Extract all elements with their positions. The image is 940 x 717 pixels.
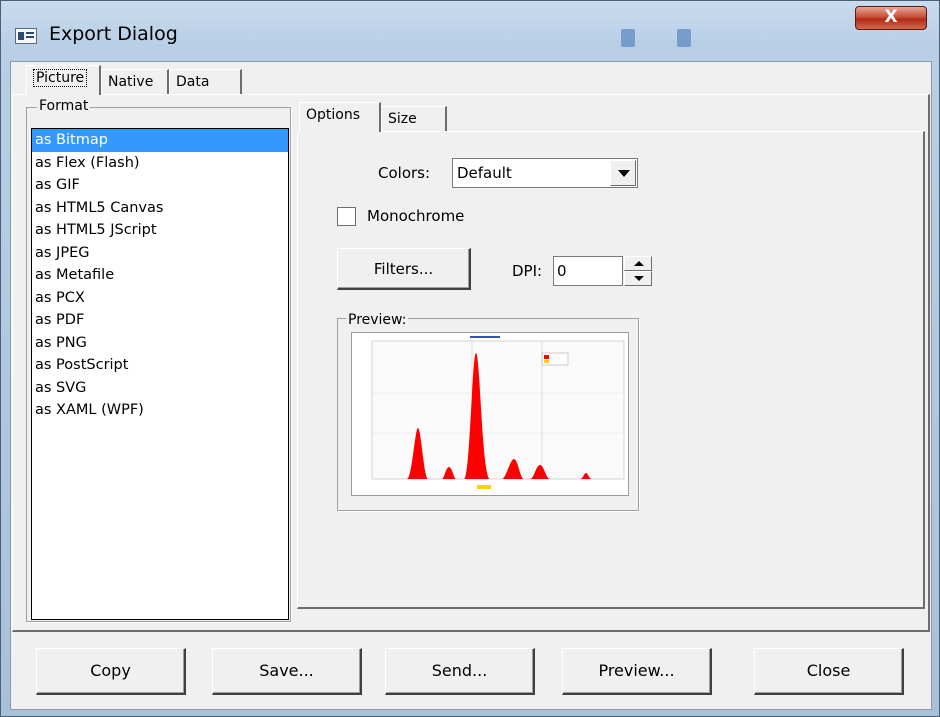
monochrome-checkbox[interactable] xyxy=(337,207,356,226)
background-decoration xyxy=(677,29,691,47)
close-button[interactable]: Close xyxy=(754,648,904,695)
monochrome-label[interactable]: Monochrome xyxy=(367,207,464,225)
preview-button[interactable]: Preview... xyxy=(562,648,712,695)
tab-options-label: Options xyxy=(306,107,361,123)
colors-label: Colors: xyxy=(378,164,431,182)
tab-options[interactable]: Options xyxy=(299,102,381,132)
list-item[interactable]: as HTML5 Canvas xyxy=(32,197,288,220)
colors-select[interactable]: Default xyxy=(452,158,638,188)
tab-data[interactable]: Data xyxy=(169,69,242,95)
copy-button[interactable]: Copy xyxy=(36,648,186,695)
preview-thumbnail xyxy=(351,332,629,496)
tab-native[interactable]: Native xyxy=(101,69,169,95)
list-item[interactable]: as PCX xyxy=(32,287,288,310)
list-item[interactable]: as HTML5 JScript xyxy=(32,219,288,242)
export-dialog-window: Export Dialog X Picture Native Data Form… xyxy=(0,0,940,717)
dpi-spinner[interactable] xyxy=(624,256,652,286)
window-title: Export Dialog xyxy=(49,23,178,45)
save-button[interactable]: Save... xyxy=(212,648,362,695)
tab-data-label: Data xyxy=(176,74,210,90)
preview-chart-image xyxy=(371,336,625,489)
list-item[interactable]: as PNG xyxy=(32,332,288,355)
dpi-label: DPI: xyxy=(512,262,543,280)
list-item[interactable]: as SVG xyxy=(32,377,288,400)
send-button-label: Send... xyxy=(431,661,488,680)
window-close-button[interactable]: X xyxy=(855,6,927,30)
list-item[interactable]: as Bitmap xyxy=(32,129,288,152)
copy-button-label: Copy xyxy=(90,661,131,680)
tab-size-label: Size xyxy=(388,111,417,127)
list-item[interactable]: as JPEG xyxy=(32,242,288,265)
close-button-label: Close xyxy=(806,661,851,680)
format-label-text: Format xyxy=(39,98,89,114)
spin-up-icon[interactable] xyxy=(624,256,652,271)
list-item[interactable]: as XAML (WPF) xyxy=(32,399,288,422)
filters-button[interactable]: Filters... xyxy=(337,248,471,290)
preview-group-label: Preview: xyxy=(346,312,409,328)
colors-value: Default xyxy=(457,164,512,182)
dpi-input[interactable]: 0 xyxy=(553,256,623,286)
tab-native-label: Native xyxy=(108,74,154,90)
tab-size[interactable]: Size xyxy=(381,106,447,132)
list-item[interactable]: as Metafile xyxy=(32,264,288,287)
format-group-label: Format xyxy=(37,98,91,114)
background-decoration xyxy=(621,29,635,47)
title-bar[interactable]: Export Dialog X xyxy=(1,1,940,61)
spin-down-icon[interactable] xyxy=(624,271,652,286)
list-item[interactable]: as PostScript xyxy=(32,354,288,377)
preview-button-label: Preview... xyxy=(598,661,675,680)
list-item[interactable]: as Flex (Flash) xyxy=(32,152,288,175)
chevron-down-icon[interactable] xyxy=(610,160,636,186)
list-item[interactable]: as PDF xyxy=(32,309,288,332)
tab-picture[interactable]: Picture xyxy=(26,65,101,95)
format-listbox[interactable]: as Bitmap as Flex (Flash) as GIF as HTML… xyxy=(31,128,289,620)
preview-label-text: Preview: xyxy=(348,312,407,328)
list-item[interactable]: as GIF xyxy=(32,174,288,197)
tab-picture-label: Picture xyxy=(33,69,88,87)
send-button[interactable]: Send... xyxy=(385,648,535,695)
save-button-label: Save... xyxy=(259,661,314,680)
app-icon xyxy=(15,28,37,44)
